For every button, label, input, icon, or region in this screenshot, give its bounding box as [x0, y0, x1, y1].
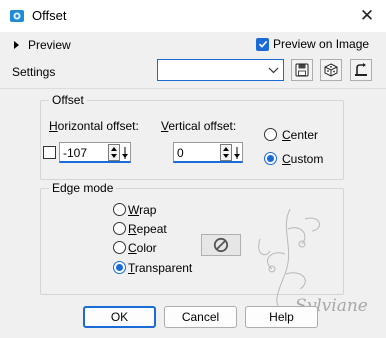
edge-color-swatch[interactable] [201, 234, 241, 256]
preview-toggle[interactable]: Preview [14, 37, 71, 53]
options-panel: Offset Horizontal offset: Vertical offse… [0, 88, 386, 338]
wrap-label: Wrap [128, 203, 157, 217]
checkbox-checked-icon [256, 37, 269, 51]
color-radio[interactable] [113, 241, 126, 254]
vertical-offset-input[interactable]: 0 [173, 142, 243, 163]
ok-button[interactable]: OK [83, 306, 156, 328]
reset-arrow-icon [355, 63, 367, 76]
spin-up-icon [111, 146, 117, 151]
no-color-icon [213, 237, 229, 253]
custom-radio[interactable] [264, 152, 277, 165]
transparent-label: Transparent [128, 261, 193, 275]
horizontal-offset-value: -107 [63, 146, 88, 160]
horizontal-spin-arrows[interactable] [108, 144, 120, 161]
link-offsets-checkbox[interactable] [43, 146, 56, 159]
spin-up-icon [223, 146, 229, 151]
horizontal-slider-icon[interactable] [121, 145, 129, 160]
transparent-radio[interactable] [113, 261, 126, 274]
color-label: Color [128, 241, 157, 255]
window-title: Offset [32, 8, 67, 23]
close-button[interactable]: ✕ [358, 7, 376, 25]
save-preset-button[interactable] [291, 59, 313, 81]
title-bar: Offset ✕ [0, 0, 386, 32]
vertical-offset-label: Vertical offset: [161, 119, 237, 133]
horizontal-offset-input[interactable]: -107 [59, 142, 131, 163]
randomize-button[interactable] [320, 59, 342, 81]
spin-down-icon [111, 154, 117, 159]
settings-dropdown[interactable] [157, 59, 284, 81]
top-toolbar: Preview Preview on Image Settings [0, 32, 386, 88]
settings-label: Settings [12, 65, 56, 79]
help-button[interactable]: Help [245, 306, 318, 328]
wrap-radio[interactable] [113, 203, 126, 216]
custom-label: Custom [282, 152, 324, 166]
center-label: Center [282, 128, 319, 142]
expand-arrow-icon [14, 41, 19, 49]
edge-mode-group-title: Edge mode [49, 181, 117, 195]
reset-button[interactable] [350, 59, 372, 81]
repeat-radio[interactable] [113, 222, 126, 235]
offset-group-title: Offset [49, 93, 87, 107]
cancel-button[interactable]: Cancel [164, 306, 237, 328]
preview-on-image-label: Preview on Image [273, 37, 370, 51]
vertical-offset-value: 0 [177, 146, 184, 160]
app-icon [10, 10, 24, 22]
vertical-slider-icon[interactable] [233, 145, 241, 160]
preview-label: Preview [28, 38, 71, 52]
horizontal-offset-label: Horizontal offset: [49, 119, 139, 133]
floppy-disk-icon [295, 63, 309, 77]
spin-down-icon [223, 154, 229, 159]
vertical-spin-arrows[interactable] [220, 144, 232, 161]
chevron-down-icon [268, 67, 279, 74]
repeat-label: Repeat [128, 222, 167, 236]
preview-on-image-checkbox[interactable]: Preview on Image [256, 37, 369, 51]
center-radio[interactable] [264, 128, 277, 141]
dice-icon [324, 63, 338, 77]
close-icon: ✕ [359, 6, 375, 25]
